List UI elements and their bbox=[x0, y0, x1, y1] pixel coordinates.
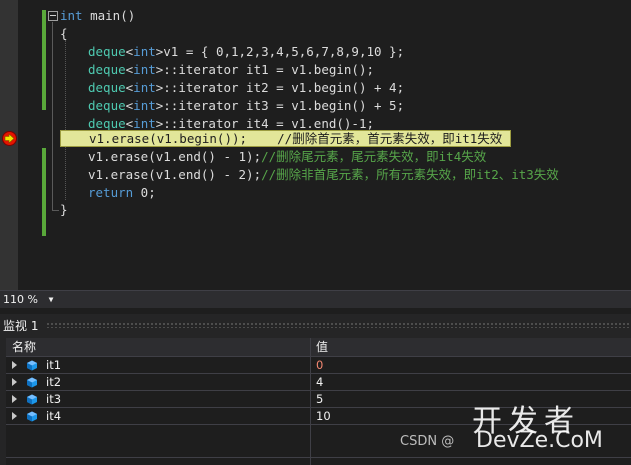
code-line-6[interactable]: deque<int>::iterator it3 = v1.begin() + … bbox=[88, 97, 404, 115]
watch-item-name[interactable]: it3 bbox=[46, 391, 61, 407]
code-editor[interactable]: int main() { deque<int>v1 = { 0,1,2,3,4,… bbox=[0, 0, 631, 290]
code-text: >::iterator it2 = v1.begin() + 4; bbox=[155, 80, 405, 95]
expand-arrow-icon[interactable] bbox=[12, 395, 17, 403]
keyword: int bbox=[133, 80, 156, 95]
object-icon bbox=[27, 360, 37, 371]
watch-item-name[interactable]: it2 bbox=[46, 374, 61, 390]
code-text: v1.erase(v1.end() - 2); bbox=[88, 167, 262, 182]
code-text: } bbox=[60, 202, 68, 217]
type-name: deque bbox=[88, 62, 126, 77]
watch-grid-header: 名称 值 bbox=[6, 338, 631, 357]
code-line-1[interactable]: int main() bbox=[60, 7, 135, 25]
code-line-9[interactable]: v1.erase(v1.end() - 1);//删除尾元素，尾元素失效，即it… bbox=[88, 148, 486, 166]
keyword: int bbox=[133, 98, 156, 113]
watch-row-it1[interactable]: it1 0 bbox=[6, 357, 631, 374]
keyword: int bbox=[133, 44, 156, 59]
watermark-csdn: CSDN @ bbox=[400, 434, 455, 449]
code-text: main() bbox=[82, 8, 136, 23]
watch-item-value[interactable]: 5 bbox=[316, 391, 323, 407]
watch-item-name[interactable]: it4 bbox=[46, 408, 61, 424]
zoom-level[interactable]: 110 % bbox=[3, 291, 38, 308]
title-grip[interactable] bbox=[46, 322, 631, 328]
breakpoint-current-statement-icon[interactable] bbox=[2, 131, 17, 146]
watch-item-name[interactable]: it1 bbox=[46, 357, 61, 373]
expand-arrow-icon[interactable] bbox=[12, 412, 17, 420]
chevron-down-icon[interactable]: ▼ bbox=[44, 294, 58, 306]
editor-status-bar: 110 % ▼ bbox=[0, 290, 631, 308]
code-text: >::iterator it3 = v1.begin() + 5; bbox=[155, 98, 405, 113]
current-statement-highlight[interactable]: v1.erase(v1.begin()); //删除首元素，首元素失效，即it1… bbox=[60, 130, 511, 147]
keyword: int bbox=[133, 116, 156, 131]
object-icon bbox=[27, 411, 37, 422]
watch-row-it2[interactable]: it2 4 bbox=[6, 374, 631, 391]
code-text: 0; bbox=[133, 185, 156, 200]
expand-arrow-icon[interactable] bbox=[12, 378, 17, 386]
code-line-12[interactable]: } bbox=[60, 201, 68, 219]
keyword: int bbox=[60, 8, 83, 23]
type-name: deque bbox=[88, 44, 126, 59]
code-line-11[interactable]: return 0; bbox=[88, 184, 156, 202]
indent-guide bbox=[65, 40, 66, 200]
code-line-2[interactable]: { bbox=[60, 25, 68, 43]
code-comment: //删除非首尾元素，所有元素失效，即it2、it3失效 bbox=[261, 167, 559, 182]
collapse-toggle-icon[interactable] bbox=[48, 11, 58, 21]
code-comment: //删除尾元素，尾元素失效，即it4失效 bbox=[261, 149, 487, 164]
code-line-4[interactable]: deque<int>::iterator it1 = v1.begin(); bbox=[88, 61, 374, 79]
code-line-3[interactable]: deque<int>v1 = { 0,1,2,3,4,5,6,7,8,9,10 … bbox=[88, 43, 404, 61]
object-icon bbox=[27, 394, 37, 405]
watch-item-value[interactable]: 4 bbox=[316, 374, 323, 390]
type-name: deque bbox=[88, 116, 126, 131]
code-line-5[interactable]: deque<int>::iterator it2 = v1.begin() + … bbox=[88, 79, 404, 97]
code-text: >::iterator it4 = v1.end()-1; bbox=[155, 116, 374, 131]
code-text: >v1 = { 0,1,2,3,4,5,6,7,8,9,10 }; bbox=[155, 44, 405, 59]
column-header-value[interactable]: 值 bbox=[316, 338, 328, 356]
column-header-name[interactable]: 名称 bbox=[12, 338, 36, 356]
keyword: int bbox=[133, 62, 156, 77]
outline-fold-end bbox=[52, 210, 59, 211]
outline-fold-line bbox=[52, 22, 53, 210]
watch-window-title[interactable]: 监视 1 bbox=[3, 317, 38, 334]
object-icon bbox=[27, 377, 37, 388]
code-text: >::iterator it1 = v1.begin(); bbox=[155, 62, 374, 77]
breakpoint-margin[interactable] bbox=[0, 0, 18, 290]
code-line-8[interactable]: v1.erase(v1.begin()); //删除首元素，首元素失效，即it1… bbox=[89, 130, 502, 148]
watermark-devze: DevZe.CoM bbox=[476, 428, 603, 453]
code-line-10[interactable]: v1.erase(v1.end() - 2);//删除非首尾元素，所有元素失效，… bbox=[88, 166, 559, 184]
type-name: deque bbox=[88, 80, 126, 95]
change-indicator-bar bbox=[42, 148, 46, 236]
change-indicator-bar bbox=[42, 10, 46, 110]
type-name: deque bbox=[88, 98, 126, 113]
watch-item-value[interactable]: 0 bbox=[316, 357, 323, 373]
keyword: return bbox=[88, 185, 134, 200]
expand-arrow-icon[interactable] bbox=[12, 361, 17, 369]
code-text: v1.erase(v1.end() - 1); bbox=[88, 149, 262, 164]
code-text: { bbox=[60, 26, 68, 41]
watch-item-value[interactable]: 10 bbox=[316, 408, 331, 424]
code-text: v1.erase(v1.begin()); bbox=[89, 131, 248, 146]
code-comment: //删除首元素，首元素失效，即it1失效 bbox=[247, 131, 503, 146]
